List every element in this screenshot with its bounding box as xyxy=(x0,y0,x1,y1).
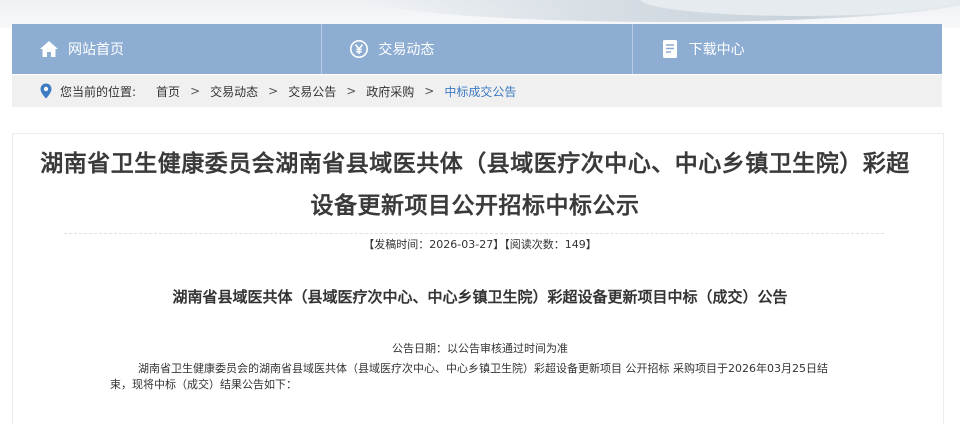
announcement-paragraph: 湖南省卫生健康委员会的湖南省县域医共体（县域医疗次中心、中心乡镇卫生院）彩超设备… xyxy=(110,362,828,391)
announcement-date: 公告日期：以公告审核通过时间为准 xyxy=(392,342,568,355)
home-icon xyxy=(38,38,60,60)
breadcrumb-separator: > xyxy=(424,84,435,98)
document-icon xyxy=(659,38,681,60)
breadcrumb-separator: > xyxy=(268,84,279,98)
nav-item-downloads[interactable]: 下载中心 xyxy=(633,24,942,74)
breadcrumb-link-trade-announcements[interactable]: 交易公告 xyxy=(288,83,336,100)
breadcrumb-link-trade-news[interactable]: 交易动态 xyxy=(210,83,258,100)
title-divider xyxy=(64,233,884,234)
nav-item-label: 网站首页 xyxy=(68,42,124,58)
yen-icon xyxy=(348,38,370,60)
breadcrumb: 您当前的位置: 首页 > 交易动态 > 交易公告 > 政府采购 > 中标成交公告 xyxy=(12,75,942,107)
breadcrumb-link-gov-procurement[interactable]: 政府采购 xyxy=(366,83,414,100)
breadcrumb-label: 您当前的位置: xyxy=(60,84,137,99)
main-nav: 网站首页 交易动态 下载中心 xyxy=(12,24,942,74)
breadcrumb-separator: > xyxy=(346,84,357,98)
announcement-subtitle: 湖南省县域医共体（县域医疗次中心、中心乡镇卫生院）彩超设备更新项目中标（成交）公… xyxy=(172,288,788,306)
breadcrumb-separator: > xyxy=(190,84,201,98)
breadcrumb-link-home[interactable]: 首页 xyxy=(156,83,180,100)
article-meta: 【发稿时间：2026-03-27】【阅读次数：149】 xyxy=(363,238,597,251)
breadcrumb-current[interactable]: 中标成交公告 xyxy=(444,83,516,100)
nav-item-label: 交易动态 xyxy=(378,42,435,58)
nav-item-home[interactable]: 网站首页 xyxy=(12,24,323,74)
article-title: 湖南省卫生健康委员会湖南省县域医共体（县域医疗次中心、中心乡镇卫生院）彩超设备更… xyxy=(40,151,910,219)
nav-item-label: 下载中心 xyxy=(688,42,745,58)
nav-item-trade-news[interactable]: 交易动态 xyxy=(322,24,633,74)
location-pin-icon xyxy=(40,83,52,99)
